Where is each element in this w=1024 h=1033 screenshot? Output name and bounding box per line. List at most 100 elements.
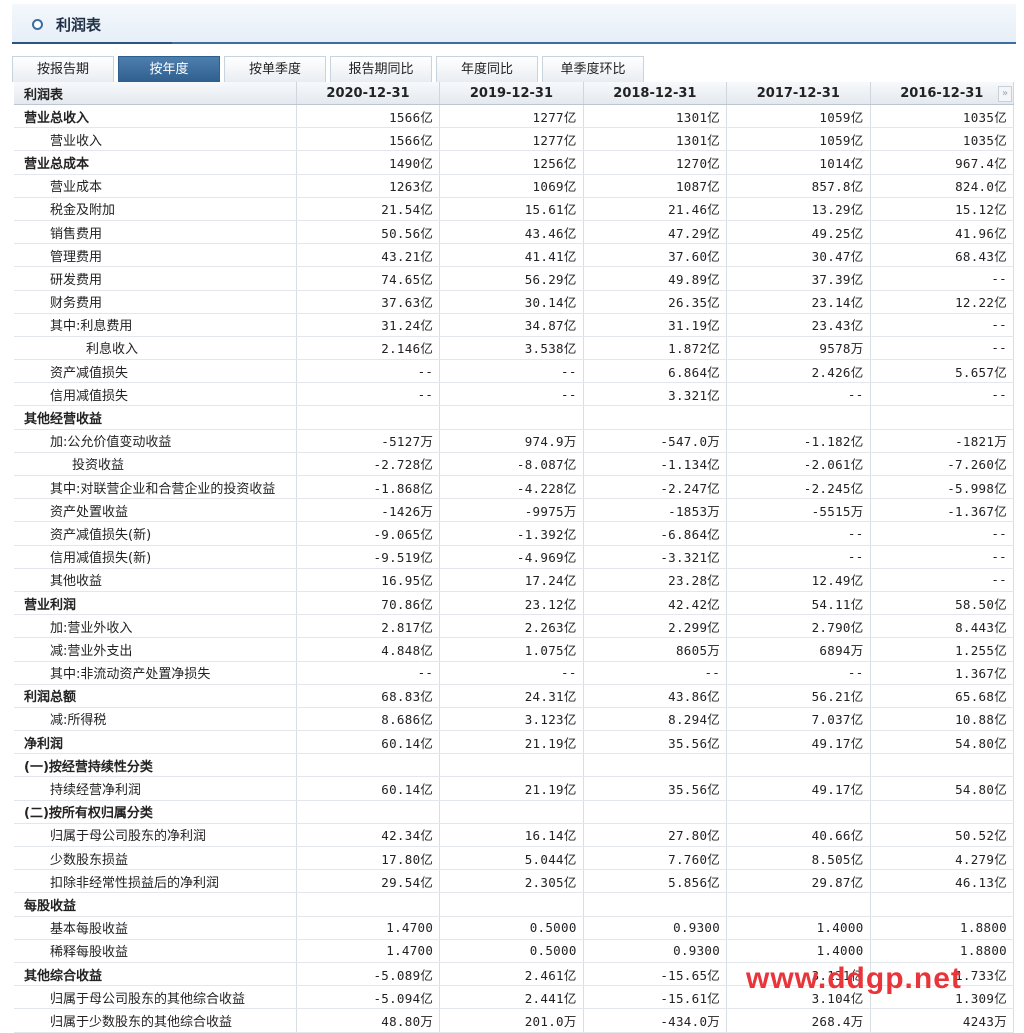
table-row: 扣除非经常性损益后的净利润 29.54亿 2.305亿 5.856亿 29.87亿 46.… (14, 869, 1015, 894)
row-value-cell: 1566亿 (296, 104, 441, 129)
row-value-cell (583, 892, 728, 917)
row-value-cell: 17.24亿 (439, 568, 584, 592)
row-value-cell: 68.83亿 (296, 684, 441, 708)
row-value-cell: -434.0万 (583, 1008, 728, 1033)
row-value-cell: 1014亿 (726, 150, 871, 175)
row-value-cell: -- (296, 359, 441, 384)
row-label: 少数股东损益 (14, 846, 297, 871)
row-value-cell: 12.49亿 (726, 568, 871, 592)
row-value-cell: 49.89亿 (583, 266, 728, 291)
row-value-cell: -1.182亿 (726, 429, 871, 453)
row-value-cell: -5127万 (296, 429, 441, 453)
row-value-cell: 34.87亿 (439, 313, 584, 337)
tab-0[interactable]: 按报告期 (12, 56, 114, 82)
row-value-cell (870, 405, 1015, 430)
row-value-cell: 1.4700 (296, 939, 441, 963)
row-label: 净利润 (14, 730, 297, 755)
row-value-cell: 41.96亿 (870, 220, 1015, 245)
row-value-cell: -- (870, 545, 1015, 569)
row-label: 财务费用 (14, 290, 297, 314)
scroll-right-icon[interactable]: » (998, 86, 1012, 102)
tab-5[interactable]: 单季度环比 (542, 56, 644, 82)
row-value-cell: -9.065亿 (296, 521, 441, 546)
row-value-cell: -- (870, 382, 1015, 407)
row-value-cell: 49.25亿 (726, 220, 871, 245)
row-value-cell: 824.0亿 (870, 174, 1015, 198)
row-value-cell: 1566亿 (296, 127, 441, 152)
row-value-cell: -7.260亿 (870, 452, 1015, 477)
row-label: 利息收入 (14, 336, 297, 361)
tab-1[interactable]: 按年度 (118, 56, 220, 82)
row-label: 信用减值损失 (14, 382, 297, 407)
table-row: 利润总额 68.83亿 24.31亿 43.86亿 56.21亿 65.68亿 (14, 684, 1015, 708)
row-value-cell: 1035亿 (870, 104, 1015, 129)
row-value-cell: 21.19亿 (439, 730, 584, 755)
row-value-cell: 974.9万 (439, 429, 584, 453)
row-value-cell: 1059亿 (726, 104, 871, 129)
row-value-cell: -9.519亿 (296, 545, 441, 569)
row-value-cell: 4243万 (870, 1008, 1015, 1033)
table-header-row: 利润表 2020-12-31 2019-12-31 2018-12-31 2017-1… (14, 82, 1015, 105)
row-value-cell: 50.52亿 (870, 823, 1015, 848)
row-value-cell (296, 405, 441, 430)
row-label: 其中:非流动资产处置净损失 (14, 661, 297, 685)
row-label: 归属于母公司股东的净利润 (14, 823, 297, 848)
row-value-cell: 1.4000 (726, 939, 871, 963)
row-value-cell: 4.848亿 (296, 637, 441, 662)
row-value-cell: 0.5000 (439, 939, 584, 963)
table-row: 加:公允价值变动收益 -5127万 974.9万 -547.0万 -1.182亿 -182… (14, 429, 1015, 453)
row-value-cell: 3.321亿 (583, 382, 728, 407)
row-label: 营业成本 (14, 174, 297, 198)
row-value-cell: -- (870, 313, 1015, 337)
row-value-cell: 29.87亿 (726, 869, 871, 894)
row-label: 利润总额 (14, 684, 297, 708)
table-row: 研发费用 74.65亿 56.29亿 49.89亿 37.39亿 -- (14, 266, 1015, 291)
watermark: www.ddgp.net (746, 962, 962, 995)
row-value-cell (726, 753, 871, 778)
row-value-cell: 3.538亿 (439, 336, 584, 361)
row-value-cell: 68.43亿 (870, 243, 1015, 268)
table-row: 其他经营收益 (14, 405, 1015, 430)
row-value-cell: -8.087亿 (439, 452, 584, 477)
table-row: 资产处置收益 -1426万 -9975万 -1853万 -5515万 -1.367亿 (14, 498, 1015, 523)
column-header-date: 2019-12-31 (439, 82, 584, 105)
row-value-cell: 5.657亿 (870, 359, 1015, 384)
row-value-cell: -5.094亿 (296, 985, 441, 1010)
row-value-cell: 37.60亿 (583, 243, 728, 268)
table-body: 营业总收入 1566亿 1277亿 1301亿 1059亿 1035亿 营业收入 1566亿 1… (14, 104, 1015, 1033)
row-value-cell (870, 753, 1015, 778)
row-value-cell: -- (870, 266, 1015, 291)
row-value-cell: -- (439, 661, 584, 685)
row-value-cell: 967.4亿 (870, 150, 1015, 175)
row-label: 每股收益 (14, 892, 297, 917)
tab-3[interactable]: 报告期同比 (330, 56, 432, 82)
tab-2[interactable]: 按单季度 (224, 56, 326, 82)
row-value-cell: 37.63亿 (296, 290, 441, 314)
row-value-cell: 1256亿 (439, 150, 584, 175)
row-value-cell (726, 800, 871, 824)
row-value-cell: 2.263亿 (439, 614, 584, 639)
tab-4[interactable]: 年度同比 (436, 56, 538, 82)
row-value-cell: -- (296, 661, 441, 685)
row-value-cell: 41.41亿 (439, 243, 584, 268)
panel-title: 利润表 (56, 16, 102, 34)
row-value-cell: 31.19亿 (583, 313, 728, 337)
row-value-cell: 26.35亿 (583, 290, 728, 314)
row-value-cell: 16.14亿 (439, 823, 584, 848)
column-header-date: 2020-12-31 (296, 82, 441, 105)
table-row: 其中:对联营企业和合营企业的投资收益 -1.868亿 -4.228亿 -2.247亿 -… (14, 475, 1015, 500)
row-value-cell: -- (439, 359, 584, 384)
row-value-cell: -- (870, 568, 1015, 592)
row-value-cell: -5.089亿 (296, 962, 441, 987)
table-row: 减:营业外支出 4.848亿 1.075亿 8605万 6894万 1.255亿 (14, 637, 1015, 662)
table-row: 财务费用 37.63亿 30.14亿 26.35亿 23.14亿 12.22亿 (14, 290, 1015, 314)
table-row: 投资收益 -2.728亿 -8.087亿 -1.134亿 -2.061亿 -7.260亿 (14, 452, 1015, 477)
row-value-cell: 30.47亿 (726, 243, 871, 268)
income-statement-table: 利润表 2020-12-31 2019-12-31 2018-12-31 2017-1… (14, 82, 1015, 1033)
table-row: 营业收入 1566亿 1277亿 1301亿 1059亿 1035亿 (14, 127, 1015, 152)
row-value-cell: -2.728亿 (296, 452, 441, 477)
row-value-cell (870, 800, 1015, 824)
table-row: 利息收入 2.146亿 3.538亿 1.872亿 9578万 -- (14, 336, 1015, 361)
table-row: 归属于母公司股东的净利润 42.34亿 16.14亿 27.80亿 40.66亿 50.5… (14, 823, 1015, 848)
row-value-cell: 54.11亿 (726, 591, 871, 616)
